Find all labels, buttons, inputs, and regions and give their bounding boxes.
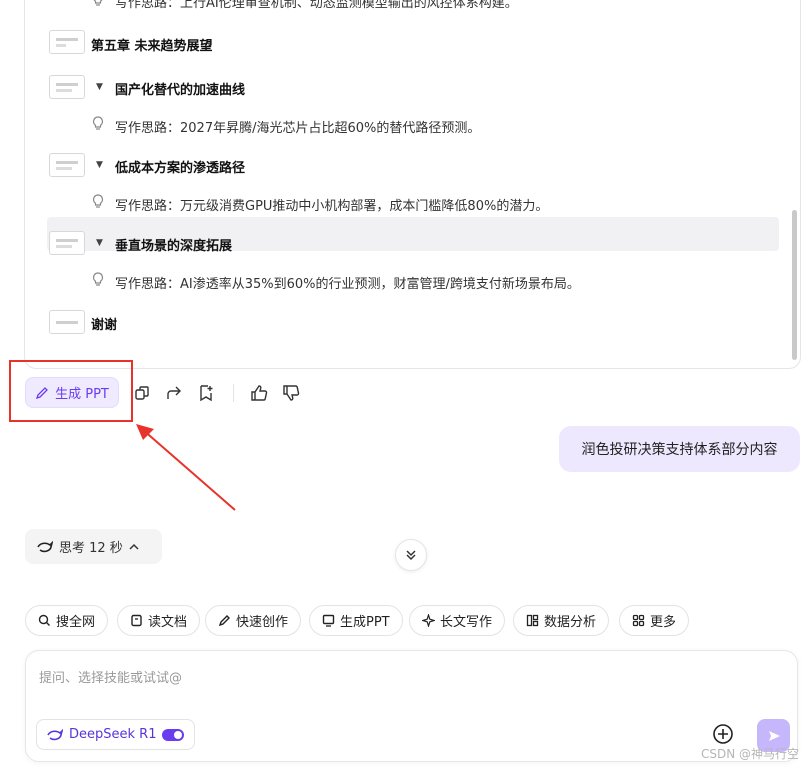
model-name: DeepSeek R1 [69,727,157,742]
tool-label: 数据分析 [544,615,597,630]
thinking-label: 思考 12 秒 [59,541,123,556]
deepseek-whale-icon [37,540,53,552]
deepseek-whale-icon [47,728,63,740]
tool-search-web[interactable]: 搜全网 [25,605,109,636]
double-chevron-down-icon [406,550,416,561]
idea-bulb-icon [92,194,104,208]
user-message-bubble: 润色投研决策支持体系部分内容 [559,426,800,472]
add-attachment-icon[interactable] [712,723,734,745]
deep-think-toggle[interactable] [162,728,185,741]
idea-bulb-icon [92,272,104,286]
outline-card: 写作思路：上行AI伦理审查机制、动态监测模型输出的风控体系构建。 第五章 未来趋… [24,0,801,369]
chat-input-box[interactable]: 提问、选择技能或试试@ DeepSeek R1 [25,650,798,762]
data-grid-icon [526,614,539,627]
slide-thumb-section-3 [49,231,85,255]
tool-label: 更多 [650,615,677,630]
copy-icon[interactable] [133,384,151,402]
tool-read-doc[interactable]: 读文档 [117,605,201,636]
section-idea-3: 写作思路：AI渗透率从35%到60%的行业预测，财富管理/跨境支付新场景布局。 [115,277,580,292]
thanks-title: 谢谢 [91,318,118,333]
slide-thumb-chapter [49,30,85,54]
bookmark-add-icon[interactable] [197,384,215,402]
tool-long-writing[interactable]: 长文写作 [409,605,506,636]
slide-thumb-thanks [49,310,85,334]
thumbs-down-icon[interactable] [282,384,300,402]
document-icon [131,614,142,627]
send-icon [768,730,780,741]
collapse-triangle-icon[interactable]: ▼ [96,160,103,170]
action-divider [233,384,234,402]
chevron-up-icon [129,543,139,550]
pen-sparkle-icon [218,615,230,627]
share-icon[interactable] [165,384,183,402]
model-selector[interactable]: DeepSeek R1 [36,719,196,750]
scroll-to-bottom-button[interactable] [395,539,427,571]
idea-bulb-icon [92,116,104,130]
section-idea-2: 写作思路：万元级消费GPU推动中小机构部署，成本门槛降低80%的潜力。 [115,199,549,214]
tool-label: 长文写作 [440,615,493,630]
tool-label: 读文档 [148,615,188,630]
apps-grid-icon [632,614,645,627]
top-idea-text: 写作思路：上行AI伦理审查机制、动态监测模型输出的风控体系构建。 [115,0,518,11]
watermark: CSDN @神马行空 [700,747,799,761]
thinking-toggle[interactable]: 思考 12 秒 [25,529,162,564]
section-idea-1: 写作思路：2027年昇腾/海光芯片占比超60%的替代路径预测。 [115,121,481,136]
slides-icon [322,614,335,627]
annotation-arrow [136,424,236,511]
input-placeholder[interactable]: 提问、选择技能或试试@ [39,667,182,686]
thumbs-up-icon[interactable] [250,384,268,402]
idea-bulb-icon [93,0,103,6]
tool-data-analysis[interactable]: 数据分析 [513,605,610,636]
tool-label: 搜全网 [56,615,96,630]
slide-thumb-section-2 [49,153,85,177]
search-icon [38,614,50,626]
slide-thumb-section-1 [49,75,85,99]
tool-generate-ppt[interactable]: 生成PPT [309,605,403,636]
tool-quick-create[interactable]: 快速创作 [205,605,302,636]
annotation-highlight-box [9,360,133,422]
collapse-triangle-icon[interactable]: ▼ [96,82,103,92]
collapse-triangle-icon[interactable]: ▼ [96,238,103,248]
outline-scrollbar[interactable] [792,210,797,360]
tool-label: 快速创作 [236,615,289,630]
section-title-2[interactable]: 低成本方案的渗透路径 [115,157,245,176]
section-title-1[interactable]: 国产化替代的加速曲线 [115,79,245,98]
section-title-3[interactable]: 垂直场景的深度拓展 [115,235,232,254]
tool-more[interactable]: 更多 [619,605,690,636]
chapter-title: 第五章 未来趋势展望 [91,39,213,54]
sparkle-icon [422,614,435,627]
tool-label: 生成PPT [340,615,390,630]
